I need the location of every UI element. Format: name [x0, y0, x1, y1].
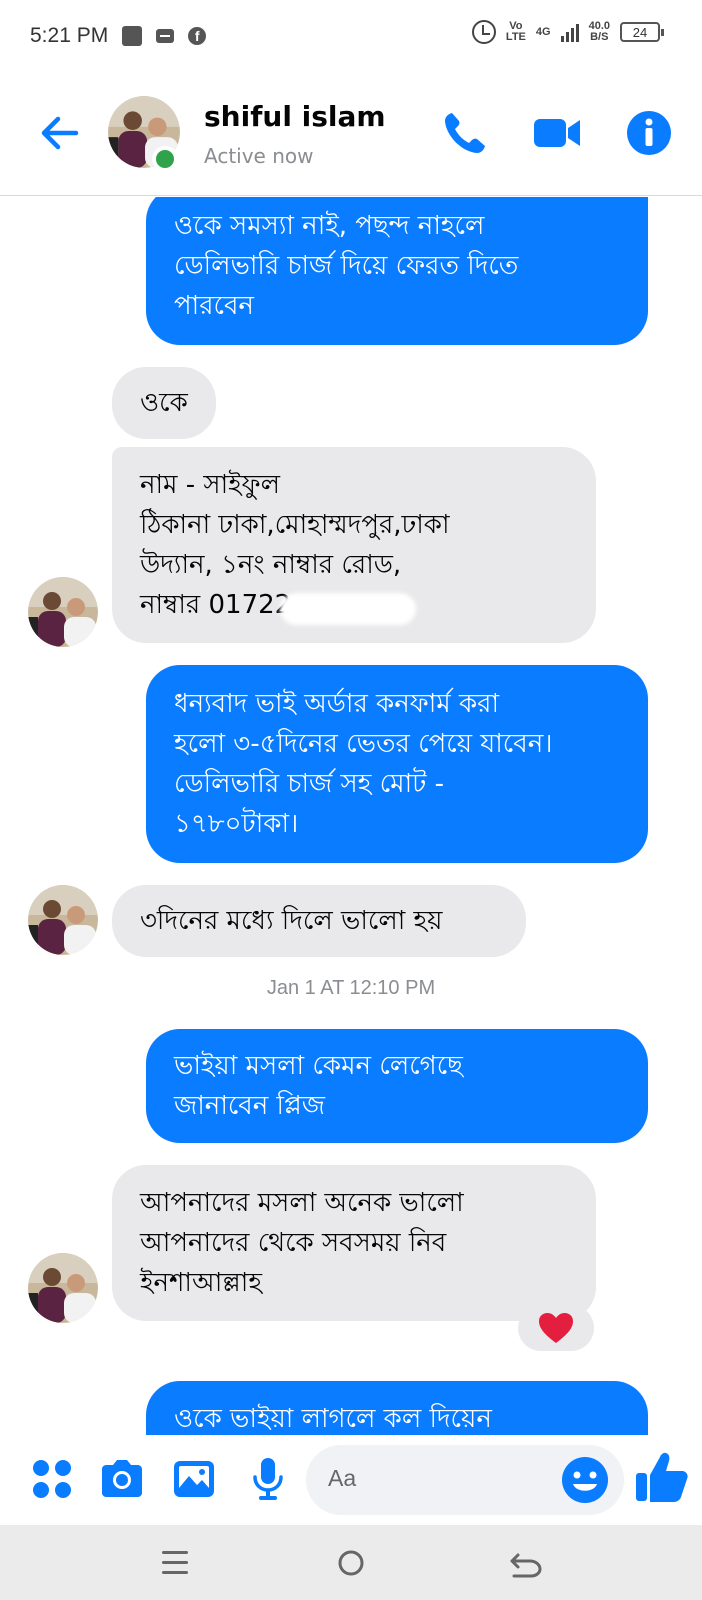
notification-icon — [122, 26, 143, 46]
phone-icon[interactable] — [440, 108, 490, 158]
redaction-mark — [280, 593, 416, 625]
thumbs-up-icon[interactable] — [634, 1449, 690, 1505]
camera-icon[interactable] — [98, 1455, 146, 1503]
back-arrow-icon[interactable] — [36, 110, 82, 156]
message-composer: Aa — [0, 1435, 702, 1525]
home-icon[interactable] — [329, 1543, 373, 1583]
alarm-icon — [471, 20, 496, 44]
chat-header: shiful islam Active now — [0, 72, 702, 196]
gallery-icon[interactable] — [170, 1455, 218, 1503]
contact-avatar-small[interactable] — [28, 1253, 98, 1323]
message-input-placeholder: Aa — [328, 1465, 357, 1491]
video-camera-icon[interactable] — [532, 108, 582, 158]
apps-icon[interactable] — [28, 1455, 76, 1503]
message-timestamp: Jan 1 AT 12:10 PM — [266, 977, 436, 999]
active-status: Active now — [204, 144, 314, 168]
incoming-message[interactable]: ওকে — [112, 367, 216, 439]
signal-icon — [560, 22, 579, 42]
heart-reaction[interactable] — [518, 1305, 594, 1351]
status-bar: 5:21 PM f Vo LTE 4G 40.0 B/S 24 — [0, 0, 702, 72]
system-nav-bar — [0, 1525, 702, 1600]
incoming-message[interactable]: ৩দিনের মধ্যে দিলে ভালো হয় — [112, 885, 526, 957]
microphone-icon[interactable] — [244, 1455, 292, 1503]
message-notification-icon — [156, 29, 175, 43]
info-icon[interactable] — [624, 108, 674, 158]
incoming-message[interactable]: আপনাদের মসলা অনেক ভালো আপনাদের থেকে সবসম… — [112, 1165, 596, 1321]
network-gen: 4G — [535, 25, 551, 38]
facebook-notification-icon: f — [188, 27, 207, 45]
battery-icon: 24 — [620, 22, 664, 42]
outgoing-message[interactable]: ধন্যবাদ ভাই অর্ডার কনফার্ম করা হলো ৩-৫দি… — [146, 665, 648, 863]
contact-avatar-small[interactable] — [28, 885, 98, 955]
message-list[interactable]: ওকে সমস্যা নাই, পছন্দ নাহলে ডেলিভারি চার… — [0, 197, 702, 1435]
volte-indicator: Vo LTE — [505, 20, 526, 43]
emoji-icon[interactable] — [560, 1455, 610, 1505]
menu-icon[interactable] — [154, 1543, 198, 1583]
online-indicator — [152, 146, 178, 172]
status-time: 5:21 PM — [30, 24, 109, 47]
back-icon[interactable] — [504, 1543, 548, 1583]
contact-name[interactable]: shiful islam — [204, 100, 386, 133]
contact-avatar-small[interactable] — [28, 577, 98, 647]
outgoing-message[interactable]: ভাইয়া মসলা কেমন লেগেছে জানাবেন প্লিজ — [146, 1029, 648, 1143]
status-indicators: Vo LTE 4G 40.0 B/S 24 — [471, 20, 664, 44]
heart-icon — [539, 1313, 573, 1343]
outgoing-message[interactable]: ওকে সমস্যা নাই, পছন্দ নাহলে ডেলিভারি চার… — [146, 197, 648, 345]
network-speed: 40.0 B/S — [588, 20, 610, 43]
outgoing-message[interactable]: ওকে ভাইয়া লাগলে কল দিয়েন — [146, 1381, 648, 1435]
